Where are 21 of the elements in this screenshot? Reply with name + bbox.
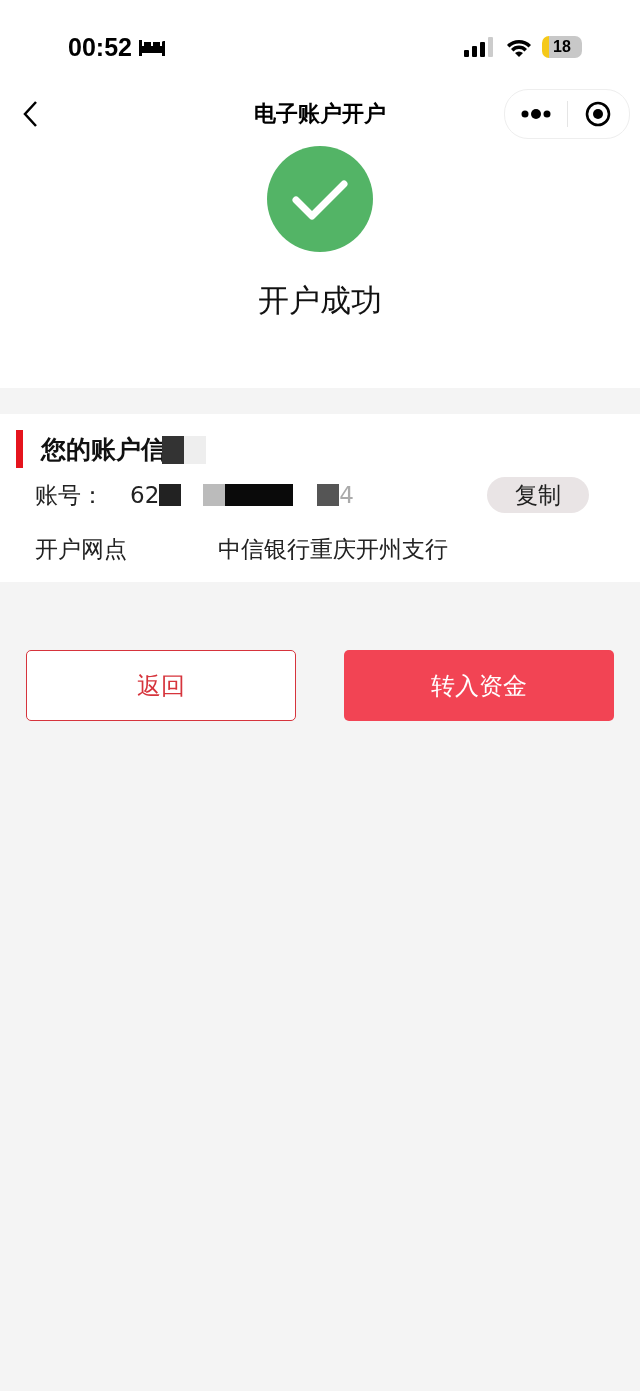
back-icon[interactable]: [22, 100, 38, 128]
bed-icon: [137, 38, 166, 56]
signal-icon: [464, 37, 496, 57]
wifi-icon: [506, 37, 532, 57]
redaction-mask: [162, 434, 206, 464]
field-label: 开户网点: [35, 534, 128, 564]
transfer-button[interactable]: 转入资金: [344, 650, 614, 721]
account-number-end: 4: [339, 482, 354, 508]
more-icon: [520, 109, 551, 119]
section-accent-bar: [16, 430, 23, 468]
success-check-icon: [267, 146, 373, 252]
copy-button[interactable]: 复制: [487, 477, 589, 513]
status-time: 00:52: [68, 32, 132, 62]
success-message: 开户成功: [258, 281, 382, 320]
battery-indicator: 18: [542, 36, 582, 58]
field-label: 账号：: [35, 480, 105, 510]
target-icon: [585, 101, 612, 127]
branch-name: 中信银行重庆开州支行: [218, 534, 448, 564]
account-number: 62: [130, 482, 160, 508]
page-title: 电子账户开户: [254, 100, 386, 128]
back-button[interactable]: 返回: [26, 650, 296, 721]
